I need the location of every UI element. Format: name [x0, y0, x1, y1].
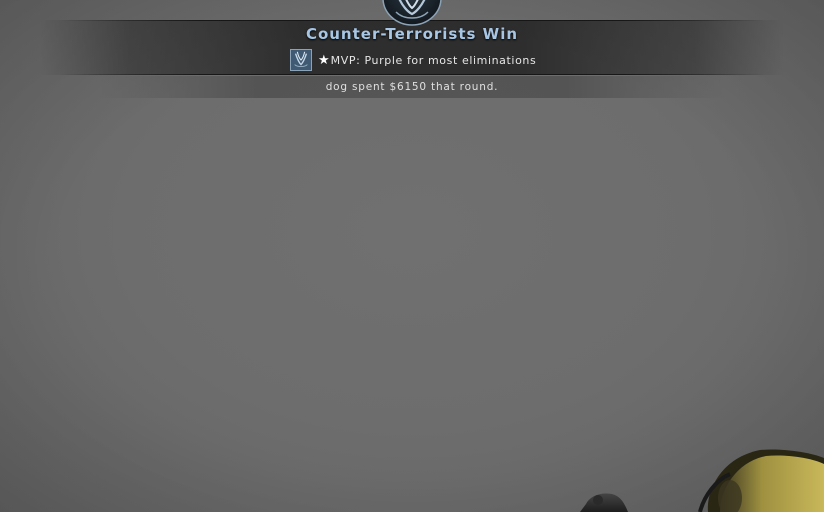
counter-terrorist-emblem-icon — [382, 0, 442, 26]
mvp-text: MVP: Purple for most eliminations — [330, 53, 537, 67]
weapon-viewmodel — [580, 449, 824, 512]
round-end-banner: Counter-Terrorists Win ★ MVP: Purple for… — [0, 0, 824, 100]
game-viewport: Counter-Terrorists Win ★ MVP: Purple for… — [0, 0, 824, 512]
star-icon: ★ — [318, 52, 330, 68]
banner-divider-bottom — [60, 74, 764, 75]
round-winner-title: Counter-Terrorists Win — [305, 25, 519, 43]
player-avatar-icon — [290, 49, 312, 71]
mvp-row: ★ MVP: Purple for most eliminations — [290, 49, 536, 71]
money-spent-message: dog spent $6150 that round. — [325, 81, 499, 93]
